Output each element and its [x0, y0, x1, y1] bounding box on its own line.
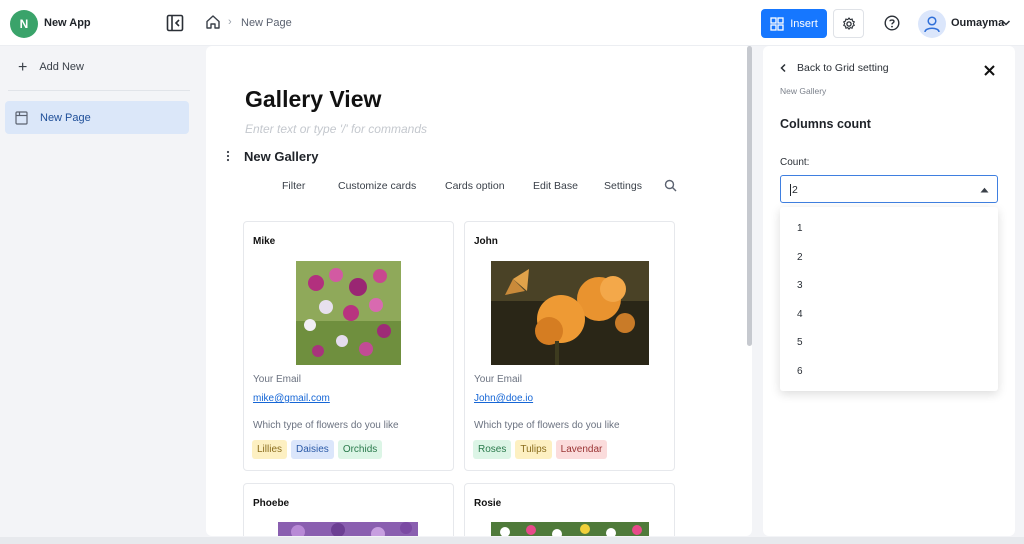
card-name: John: [474, 236, 498, 247]
settings-button[interactable]: [833, 9, 864, 38]
count-select[interactable]: 2: [780, 175, 998, 203]
settings-link[interactable]: Settings: [604, 180, 642, 192]
grid-insert-icon: [770, 16, 784, 31]
gallery-toolbar: Filter Customize cards Cards option Edit…: [206, 179, 752, 194]
dropdown-option[interactable]: 5: [797, 337, 803, 348]
insert-button[interactable]: Insert: [761, 9, 827, 38]
tag: Orchids: [337, 440, 383, 459]
add-new-button[interactable]: + Add New: [18, 58, 84, 76]
tag: Lillies: [252, 440, 288, 459]
collapse-sidebar-icon[interactable]: [166, 14, 184, 32]
app-avatar[interactable]: N: [10, 10, 38, 38]
gallery-card[interactable]: Mike Your Email mike@gmail.com Which typ…: [243, 221, 454, 471]
count-dropdown: 1 2 3 4 5 6: [780, 207, 998, 391]
breadcrumb-separator: ›: [228, 16, 232, 28]
chevron-left-icon: [780, 63, 786, 73]
tag: Lavendar: [555, 440, 608, 459]
dropdown-option[interactable]: 4: [797, 309, 803, 320]
sidebar: + Add New New Page: [0, 47, 197, 544]
sidebar-divider: [8, 90, 190, 91]
user-name[interactable]: Oumayma: [951, 17, 1004, 29]
user-icon: [924, 16, 940, 33]
avatar[interactable]: [918, 10, 946, 38]
gear-icon: [842, 16, 855, 30]
gallery-card[interactable]: John Your Email John@doe.io Which type o…: [464, 221, 675, 471]
back-to-grid-setting-button[interactable]: Back to Grid setting: [779, 62, 889, 74]
page-title[interactable]: Gallery View: [245, 86, 381, 113]
card-name: Rosie: [474, 498, 502, 509]
top-bar: N New App › New Page Insert Oumayma: [0, 0, 1024, 46]
search-icon[interactable]: [664, 179, 677, 192]
filter-button[interactable]: Filter: [282, 180, 305, 192]
card-name: Mike: [253, 236, 276, 247]
count-label: Count:: [780, 157, 810, 168]
chevron-down-icon[interactable]: [1001, 19, 1011, 27]
flowers-field-label: Which type of flowers do you like: [474, 420, 620, 431]
tag: Daisies: [291, 440, 334, 459]
close-icon[interactable]: [983, 64, 996, 77]
email-field-label: Your Email: [474, 374, 522, 385]
gallery-card[interactable]: Phoebe: [243, 483, 454, 536]
sidebar-item-new-page[interactable]: New Page: [5, 101, 189, 134]
card-image: [296, 261, 401, 365]
content-scrollbar[interactable]: [747, 46, 752, 346]
help-icon[interactable]: [884, 15, 900, 31]
page-icon: [15, 110, 28, 125]
email-field-label: Your Email: [253, 374, 301, 385]
cards-option-button[interactable]: Cards option: [445, 180, 505, 192]
gallery-settings-panel: Back to Grid setting New Gallery Columns…: [763, 46, 1015, 536]
edit-base-button[interactable]: Edit Base: [533, 180, 578, 192]
kebab-icon[interactable]: [225, 150, 231, 162]
home-icon[interactable]: [205, 14, 221, 30]
tag: Roses: [473, 440, 512, 459]
sidebar-item-label: New Page: [40, 111, 91, 124]
breadcrumb-page[interactable]: New Page: [241, 17, 292, 29]
dropdown-option[interactable]: 3: [797, 280, 803, 291]
card-image: [278, 522, 418, 536]
flowers-field-label: Which type of flowers do you like: [253, 420, 399, 431]
gallery-title[interactable]: New Gallery: [244, 149, 318, 164]
bottom-scroll-track: [0, 537, 1024, 544]
dropdown-option[interactable]: 1: [797, 223, 803, 234]
customize-cards-button[interactable]: Customize cards: [338, 180, 416, 192]
count-value: 2: [790, 184, 798, 196]
dropdown-option[interactable]: 6: [797, 366, 803, 377]
tag: Tulips: [515, 440, 552, 459]
dropdown-option[interactable]: 2: [797, 252, 803, 263]
caret-up-icon[interactable]: [980, 187, 989, 193]
plus-icon: +: [18, 58, 28, 76]
back-label: Back to Grid setting: [797, 62, 889, 74]
panel-heading: Columns count: [780, 117, 871, 131]
email-link[interactable]: mike@gmail.com: [253, 393, 330, 404]
page-content: Gallery View Enter text or type '/' for …: [206, 46, 752, 536]
email-link[interactable]: John@doe.io: [474, 393, 533, 404]
panel-subtitle: New Gallery: [780, 86, 827, 96]
tag-list: Roses Tulips Lavendar: [473, 440, 608, 459]
tag-list: Lillies Daisies Orchids: [252, 440, 383, 459]
card-image: [491, 261, 649, 365]
app-name[interactable]: New App: [44, 17, 91, 29]
gallery-card[interactable]: Rosie: [464, 483, 675, 536]
add-new-label: Add New: [39, 61, 84, 73]
insert-label: Insert: [790, 17, 818, 30]
card-image: [491, 522, 649, 536]
card-name: Phoebe: [253, 498, 290, 509]
editor-placeholder[interactable]: Enter text or type '/' for commands: [245, 122, 427, 136]
